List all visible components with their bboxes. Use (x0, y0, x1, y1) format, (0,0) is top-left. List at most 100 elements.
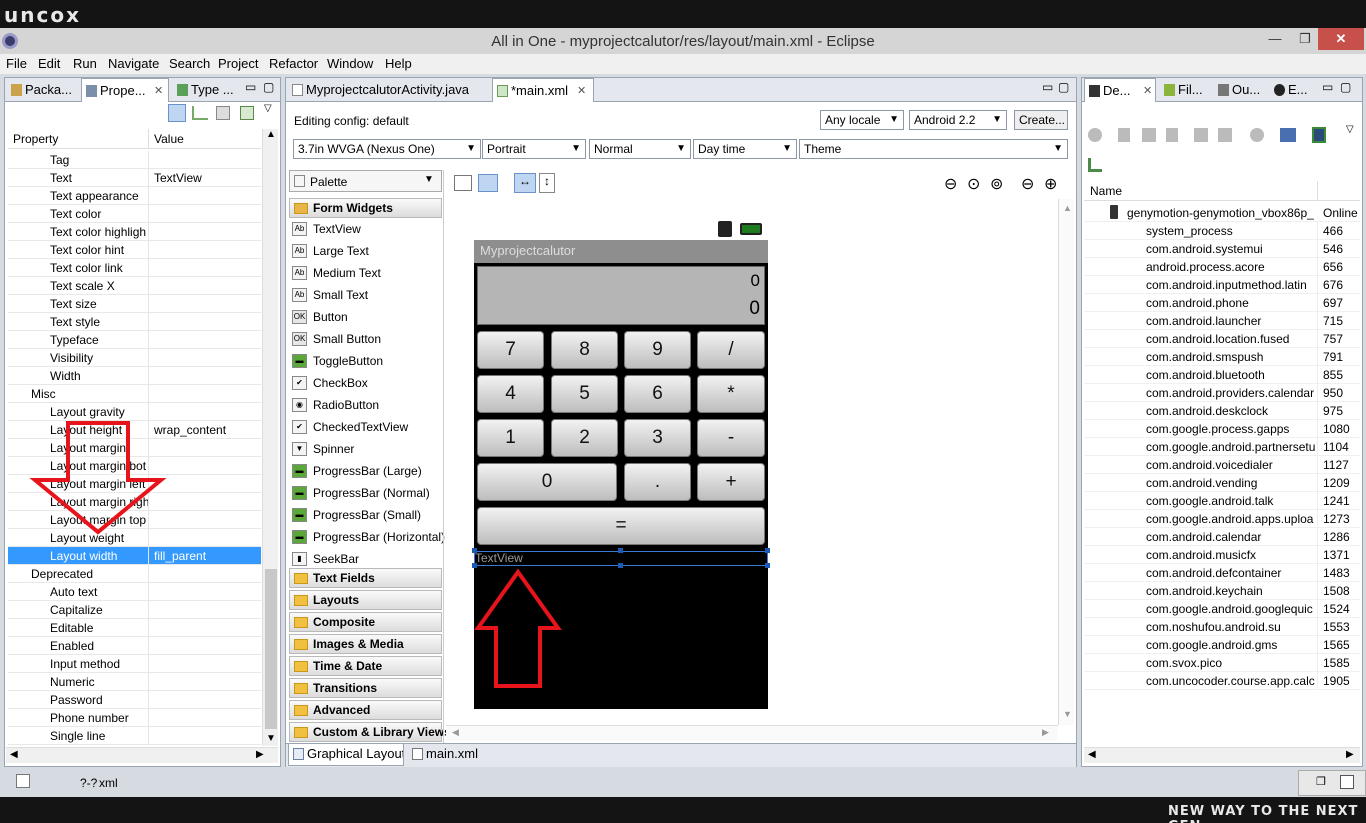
property-row[interactable]: Deprecated (8, 565, 261, 583)
tab-main-xml[interactable]: *main.xml ✕ (492, 78, 594, 102)
resize-handle[interactable] (472, 548, 477, 553)
tab-properties[interactable]: Prope... ✕ (81, 78, 169, 102)
property-row[interactable]: Enabled (8, 637, 261, 655)
palette-widget-progressbar-large[interactable]: ▬ ProgressBar (Large) (290, 461, 422, 481)
canvas-vertical-scrollbar[interactable]: ▲ ▼ (1058, 199, 1074, 725)
scroll-right-icon[interactable]: ▶ (1042, 727, 1049, 738)
process-row[interactable]: com.android.launcher 715 (1084, 312, 1360, 330)
palette-widget-button[interactable]: OK Button (290, 307, 348, 327)
palette-widget-medium-text[interactable]: Ab Medium Text (290, 263, 381, 283)
process-row[interactable]: com.google.android.apps.uploa 1273 (1084, 510, 1360, 528)
close-tab-icon[interactable]: ✕ (577, 79, 586, 102)
canvas-horizontal-scrollbar[interactable]: ◀ ▶ (446, 725, 1058, 741)
process-row[interactable]: com.noshufou.android.su 1553 (1084, 618, 1360, 636)
menu-edit[interactable]: Edit (38, 56, 60, 71)
property-row[interactable]: Single line (8, 727, 261, 745)
tab-outline[interactable]: Ou... (1214, 78, 1266, 102)
tab-devices[interactable]: De... ✕ (1084, 78, 1156, 102)
theme-select[interactable]: Theme ▼ (799, 139, 1068, 159)
orientation-select[interactable]: Portrait ▼ (482, 139, 586, 159)
palette-widget-radiobutton[interactable]: ◉ RadioButton (290, 395, 379, 415)
show-advanced-icon[interactable] (192, 106, 208, 120)
property-row[interactable]: Text color (8, 205, 261, 223)
palette-widget-seekbar[interactable]: ▮ SeekBar (290, 549, 359, 569)
property-row[interactable]: Layout width fill_parent (8, 547, 261, 565)
menu-navigate[interactable]: Navigate (108, 56, 159, 71)
device-row[interactable]: genymotion-genymotion_vbox86p_ Online (1084, 204, 1360, 222)
palette-widget-textview[interactable]: Ab TextView (290, 219, 361, 239)
calc-button[interactable]: 1 (477, 419, 544, 457)
tab-package-explorer[interactable]: Packa... (7, 78, 79, 102)
dock-mode-select[interactable]: Normal ▼ (589, 139, 691, 159)
scroll-left-icon[interactable]: ◀ (1088, 749, 1096, 760)
resize-handle[interactable] (765, 563, 770, 568)
dump-hprof-icon[interactable] (1142, 128, 1156, 142)
zoom-in-icon[interactable]: ⊕ (1044, 174, 1057, 194)
palette-widget-large-text[interactable]: Ab Large Text (290, 241, 369, 261)
process-row[interactable]: com.android.phone 697 (1084, 294, 1360, 312)
process-row[interactable]: com.android.defcontainer 1483 (1084, 564, 1360, 582)
stop-process-icon[interactable] (1250, 128, 1264, 142)
palette-category[interactable]: Custom & Library Views (289, 722, 451, 742)
property-row[interactable]: Visibility (8, 349, 261, 367)
palette-widget-small-button[interactable]: OK Small Button (290, 329, 381, 349)
property-row[interactable]: Layout gravity (8, 403, 261, 421)
process-row[interactable]: com.uncocoder.course.app.calc 1905 (1084, 672, 1360, 690)
property-row[interactable]: Text color highligh (8, 223, 261, 241)
palette-widget-progressbar-normal[interactable]: ▬ ProgressBar (Normal) (290, 483, 430, 503)
calc-button[interactable]: 8 (551, 331, 618, 369)
palette-widget-checkedtextview[interactable]: ✔ CheckedTextView (290, 417, 408, 437)
process-row[interactable]: com.android.providers.calendar 950 (1084, 384, 1360, 402)
palette-widget-togglebutton[interactable]: ▬ ToggleButton (290, 351, 383, 371)
process-row[interactable]: com.android.keychain 1508 (1084, 582, 1360, 600)
device-select[interactable]: 3.7in WVGA (Nexus One) ▼ (293, 139, 481, 159)
palette-widget-progressbar-small[interactable]: ▬ ProgressBar (Small) (290, 505, 421, 525)
menu-window[interactable]: Window (327, 56, 373, 71)
chevron-down-icon[interactable]: ▼ (424, 174, 434, 185)
tab-graphical-layout[interactable]: Graphical Layout (288, 744, 404, 766)
calc-button-equals[interactable]: = (477, 507, 765, 545)
menu-search[interactable]: Search (169, 56, 210, 71)
scroll-left-icon[interactable]: ◀ (452, 727, 459, 738)
process-row[interactable]: com.google.android.gms 1565 (1084, 636, 1360, 654)
property-row[interactable]: Numeric (8, 673, 261, 691)
maximize-view-icon[interactable]: ▢ (1058, 80, 1069, 94)
dump-view-hierarchy-icon[interactable] (1088, 158, 1102, 172)
menu-help[interactable]: Help (385, 56, 412, 71)
property-row[interactable]: Input method (8, 655, 261, 673)
tab-main-xml-source[interactable]: main.xml (408, 744, 488, 766)
palette-category[interactable]: Composite (289, 612, 442, 632)
api-level-select[interactable]: Android 2.2 ▼ (909, 110, 1007, 130)
menu-run[interactable]: Run (73, 56, 97, 71)
resize-handle[interactable] (765, 548, 770, 553)
devices-horizontal-scrollbar[interactable]: ◀ ▶ (1084, 747, 1360, 763)
fast-view-icon[interactable] (16, 774, 30, 788)
layout-toggle-active-icon[interactable] (478, 174, 498, 192)
menu-project[interactable]: Project (218, 56, 258, 71)
tab-activity-java[interactable]: MyprojectcalutorActivity.java (288, 78, 488, 102)
calc-button-plus[interactable]: + (697, 463, 765, 501)
palette-header[interactable]: Palette ▼ (289, 170, 442, 192)
property-row[interactable]: Typeface (8, 331, 261, 349)
menu-refactor[interactable]: Refactor (269, 56, 318, 71)
scroll-up-icon[interactable]: ▲ (266, 129, 276, 140)
calc-button[interactable]: 5 (551, 375, 618, 413)
process-row[interactable]: com.android.voicedialer 1127 (1084, 456, 1360, 474)
restore-icon[interactable]: ❐ (1316, 775, 1326, 788)
show-categories-icon[interactable] (168, 104, 186, 122)
palette-widget-checkbox[interactable]: ✔ CheckBox (290, 373, 368, 393)
calc-button[interactable]: / (697, 331, 765, 369)
process-row[interactable]: com.svox.pico 1585 (1084, 654, 1360, 672)
tab-emulator-control[interactable]: E... (1270, 78, 1310, 102)
property-row[interactable]: Password (8, 691, 261, 709)
minimize-view-icon[interactable]: ▭ (1322, 80, 1333, 94)
property-row[interactable]: Tag (8, 151, 261, 169)
calc-button[interactable]: * (697, 375, 765, 413)
restore-default-icon[interactable] (216, 106, 230, 120)
property-row[interactable]: Text color hint (8, 241, 261, 259)
minimize-view-icon[interactable]: ▭ (245, 80, 256, 94)
process-row[interactable]: com.google.process.gapps 1080 (1084, 420, 1360, 438)
maximize-button[interactable]: ❐ (1292, 28, 1318, 50)
property-row[interactable]: Text color link (8, 259, 261, 277)
property-row[interactable]: Misc (8, 385, 261, 403)
